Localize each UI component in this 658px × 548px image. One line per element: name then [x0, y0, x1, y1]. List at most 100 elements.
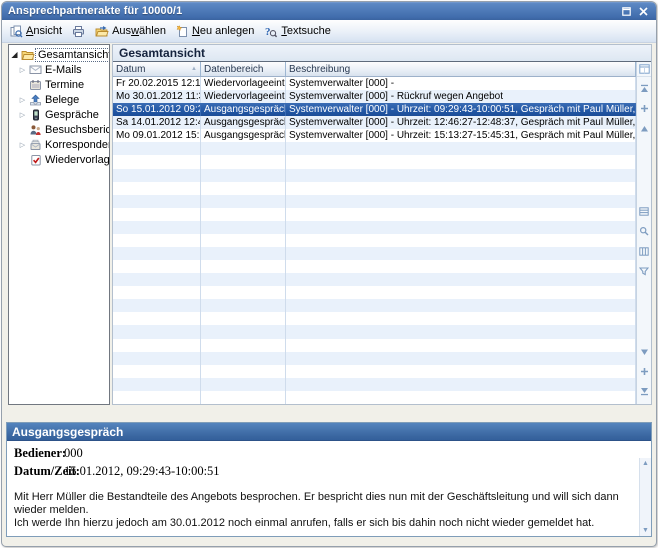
- toolbar-button-label: Neu anlegen: [192, 25, 254, 37]
- cell-bereich: [201, 325, 286, 338]
- scroll-up-icon[interactable]: ▲: [642, 460, 649, 467]
- table-row[interactable]: Sa 14.01.2012 12:46AusgangsgesprächSyste…: [113, 116, 636, 129]
- cell-datum: So 15.01.2012 09:29: [113, 103, 201, 116]
- table-row-empty[interactable]: [113, 339, 636, 352]
- table-row[interactable]: So 15.01.2012 09:29AusgangsgesprächSyste…: [113, 103, 636, 116]
- tree-item-besuchsberichte[interactable]: Besuchsberichte: [9, 122, 109, 137]
- cell-bereich: [201, 182, 286, 195]
- expander-closed-icon[interactable]: ▷: [17, 96, 28, 104]
- tree-item-gesamtansicht[interactable]: ◢Gesamtansicht: [9, 47, 109, 62]
- table-row-empty[interactable]: [113, 234, 636, 247]
- table-row[interactable]: Mo 09.01.2012 15:13AusgangsgesprächSyste…: [113, 129, 636, 142]
- table-row-empty[interactable]: [113, 155, 636, 168]
- cell-bereich: [201, 312, 286, 325]
- tree-item-label: Termine: [43, 79, 86, 91]
- table-row-empty[interactable]: [113, 378, 636, 391]
- receipt-icon: [29, 94, 42, 106]
- cell-beschreibung: Systemverwalter [000] - Uhrzeit: 09:29:4…: [286, 103, 636, 116]
- scroll-down-icon[interactable]: ▼: [642, 527, 649, 534]
- column-header-label: Datum: [116, 64, 145, 75]
- tree-item-e-mails[interactable]: ▷ E-Mails: [9, 62, 109, 77]
- cell-bereich: [201, 260, 286, 273]
- table-row-empty[interactable]: [113, 142, 636, 155]
- cell-datum: Mo 09.01.2012 15:13: [113, 129, 201, 142]
- column-header-datenbereich[interactable]: Datenbereich: [201, 62, 286, 76]
- cell-beschreibung: [286, 182, 636, 195]
- column-header-label: Datenbereich: [204, 64, 263, 75]
- tree-item-wiedervorlagen[interactable]: Wiedervorlagen: [9, 152, 109, 167]
- table-row-empty[interactable]: [113, 286, 636, 299]
- expander-open-icon[interactable]: ◢: [9, 50, 20, 59]
- table-row-empty[interactable]: [113, 169, 636, 182]
- cell-beschreibung: Systemverwalter [000] - Uhrzeit: 15:13:2…: [286, 129, 636, 142]
- close-icon[interactable]: [637, 6, 650, 17]
- cell-datum: [113, 378, 201, 391]
- toolbar-button-textsuche[interactable]: ?Textsuche: [260, 23, 337, 40]
- cell-bereich: [201, 195, 286, 208]
- tree-item-termine[interactable]: Termine: [9, 77, 109, 92]
- grid-view-button[interactable]: [639, 203, 649, 221]
- table-row-empty[interactable]: [113, 325, 636, 338]
- record-add-button[interactable]: [640, 363, 649, 381]
- toolbar-button-auswaehlen[interactable]: Auswählen: [91, 23, 172, 40]
- table-row-empty[interactable]: [113, 260, 636, 273]
- table-row-empty[interactable]: [113, 312, 636, 325]
- table-row-empty[interactable]: [113, 182, 636, 195]
- toolbar-button-drucken[interactable]: [68, 23, 91, 40]
- tree-item-belege[interactable]: ▷Belege: [9, 92, 109, 107]
- toolbar-button-ansicht[interactable]: Ansicht: [6, 23, 68, 40]
- app-window: Ansprechpartnerakte für 10000/1 AnsichtA…: [1, 1, 657, 547]
- table-row-empty[interactable]: [113, 299, 636, 312]
- column-chooser-button[interactable]: [637, 62, 651, 77]
- detail-scrollbar[interactable]: ▲ ▼: [639, 458, 651, 536]
- textsearch-icon: ?: [264, 25, 278, 38]
- cell-bereich: [201, 391, 286, 404]
- toolbar-button-neu-anlegen[interactable]: Neu anlegen: [172, 23, 260, 40]
- table-row-empty[interactable]: [113, 247, 636, 260]
- table-row-empty[interactable]: [113, 221, 636, 234]
- expander-closed-icon[interactable]: ▷: [17, 111, 28, 119]
- table-row-empty[interactable]: [113, 208, 636, 221]
- tree-item-gespr-che[interactable]: ▷Gespräche: [9, 107, 109, 122]
- detail-fields: Bediener:000Datum/Zeit:15.01.2012, 09:29…: [14, 446, 635, 479]
- record-add-icon: [640, 367, 649, 376]
- cell-beschreibung: [286, 286, 636, 299]
- restore-icon[interactable]: [620, 6, 633, 17]
- scroll-last-button[interactable]: [640, 383, 649, 401]
- column-header-datum[interactable]: Datum▲: [113, 62, 201, 76]
- form-view-button[interactable]: [639, 243, 649, 261]
- table-row-empty[interactable]: [113, 391, 636, 404]
- column-chooser-icon: [639, 64, 650, 74]
- table-row-empty[interactable]: [113, 195, 636, 208]
- cell-bereich: [201, 234, 286, 247]
- scroll-first-button[interactable]: [640, 80, 649, 98]
- table-row-empty[interactable]: [113, 273, 636, 286]
- table-row[interactable]: Fr 20.02.2015 12:18WiedervorlageeintragS…: [113, 77, 636, 90]
- record-add-button[interactable]: [640, 100, 649, 118]
- table-row[interactable]: Mo 30.01.2012 11:30WiedervorlageeintragS…: [113, 90, 636, 103]
- scroll-up-button[interactable]: [640, 120, 649, 138]
- cell-bereich: Wiedervorlageeintrag: [201, 90, 286, 103]
- expander-closed-icon[interactable]: ▷: [17, 141, 28, 149]
- cell-beschreibung: Systemverwalter [000] -: [286, 77, 636, 90]
- grid-body: Datum▲Datenbereich Beschreibung Fr 20.02.…: [113, 62, 651, 404]
- column-header-beschreibung[interactable]: Beschreibung: [286, 62, 636, 76]
- detail-panel-body: Bediener:000Datum/Zeit:15.01.2012, 09:29…: [7, 441, 651, 536]
- cell-bereich: [201, 273, 286, 286]
- tree-item-korrespondenzen[interactable]: ▷ Korrespondenzen: [9, 137, 109, 152]
- filter-button[interactable]: [639, 263, 649, 281]
- tree-item-label: E-Mails: [43, 64, 84, 76]
- table-row-empty[interactable]: [113, 352, 636, 365]
- cell-bereich: Ausgangsgespräch: [201, 129, 286, 142]
- search-button[interactable]: [639, 223, 649, 241]
- cell-beschreibung: [286, 299, 636, 312]
- cell-datum: [113, 339, 201, 352]
- table-row-empty[interactable]: [113, 365, 636, 378]
- cell-bereich: [201, 299, 286, 312]
- expander-closed-icon[interactable]: ▷: [17, 66, 28, 74]
- grid-header-row: Datum▲Datenbereich Beschreibung: [113, 62, 636, 77]
- scroll-down-button[interactable]: [640, 343, 649, 361]
- cell-bereich: [201, 352, 286, 365]
- detail-field: Datum/Zeit:15.01.2012, 09:29:43-10:00:51: [14, 464, 635, 479]
- tree-item-label: Korrespondenzen: [43, 139, 110, 151]
